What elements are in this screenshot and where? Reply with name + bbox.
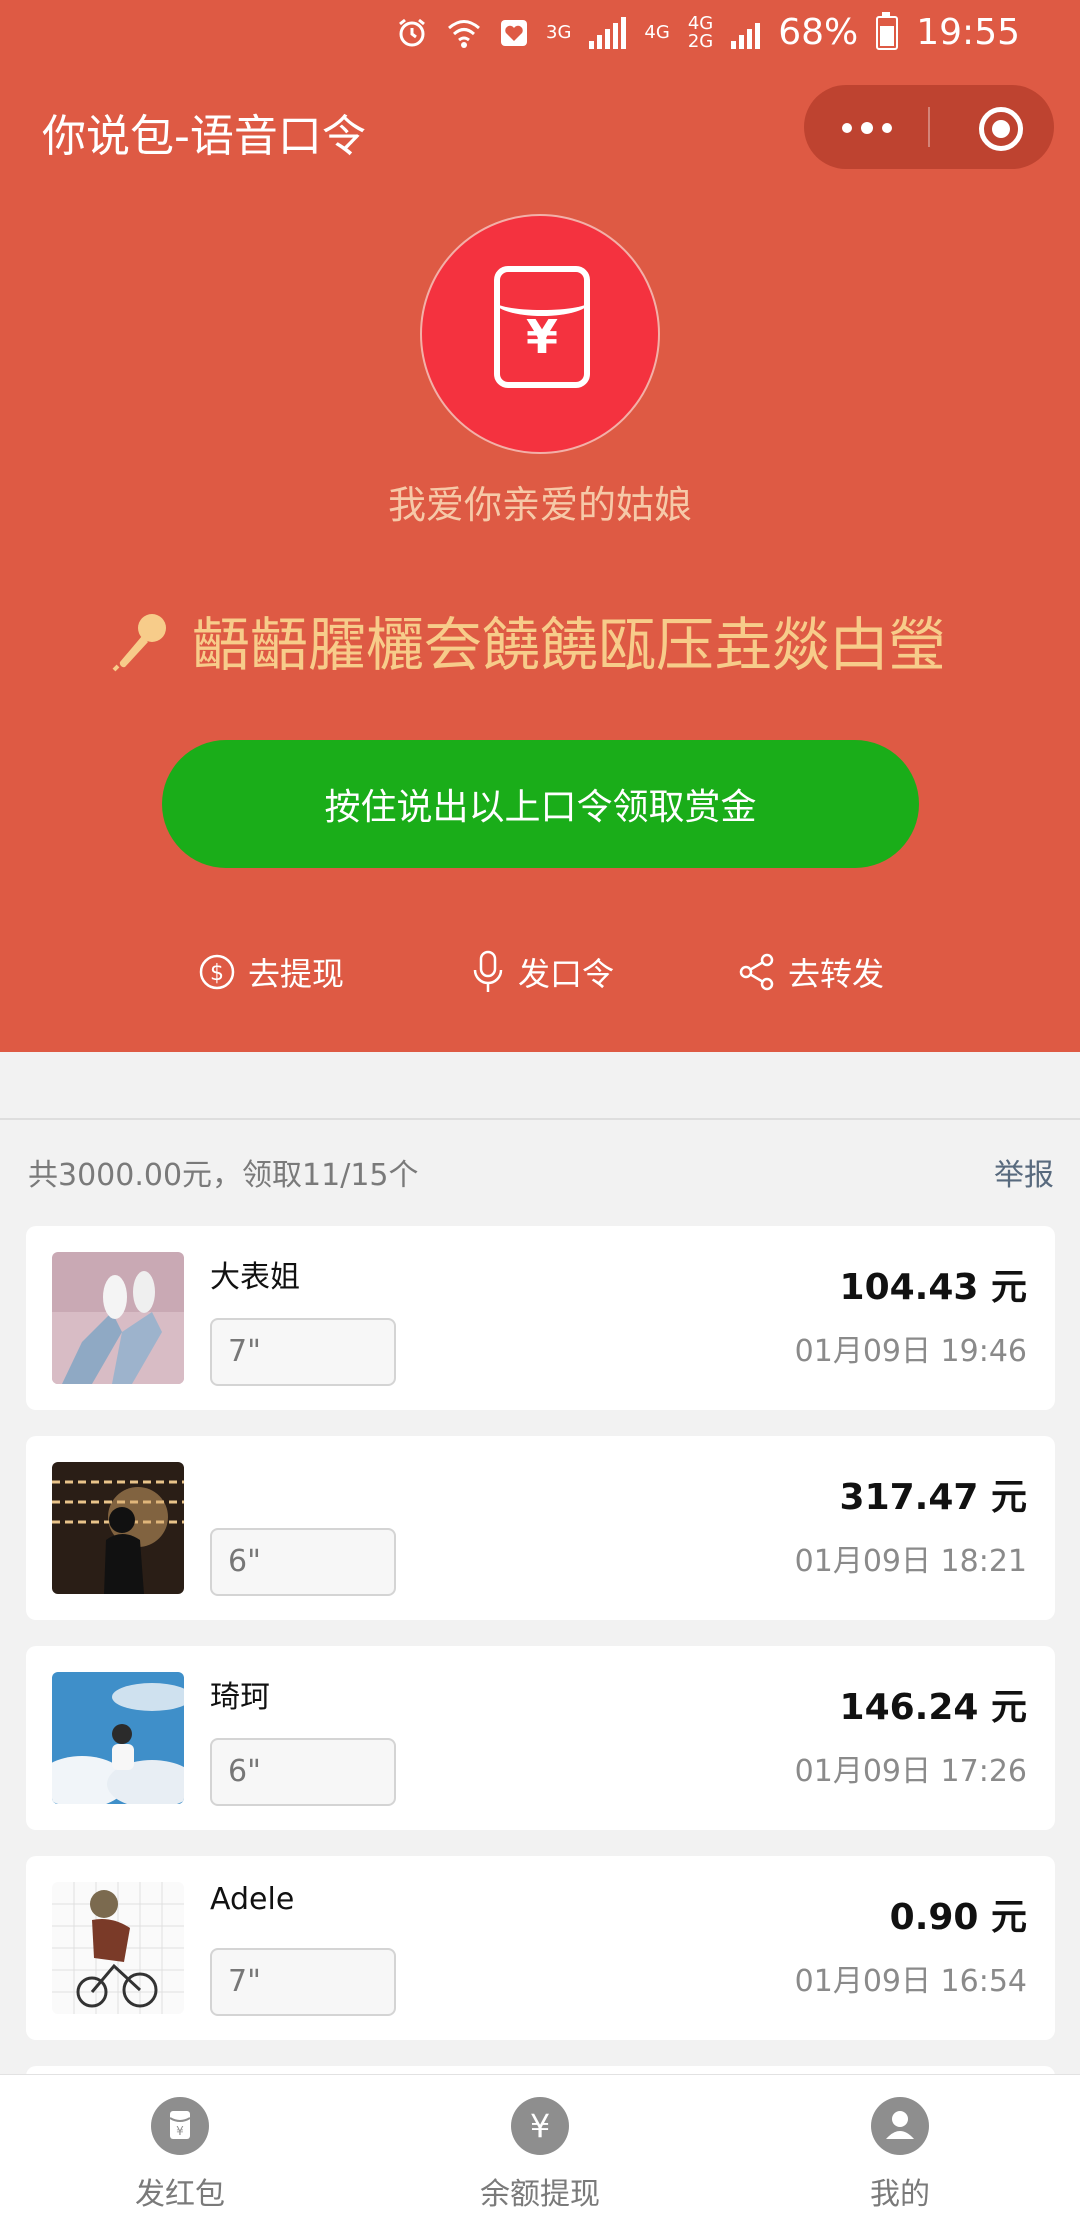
- tab-label: 发红包: [135, 2177, 225, 2212]
- list-item: 琦珂 6" 146.24 元 01月09日 17:26: [26, 1646, 1055, 1830]
- section-divider: [0, 1118, 1080, 1120]
- tab-label: 余额提现: [480, 2177, 600, 2212]
- battery-icon: [876, 11, 899, 50]
- signal-icon: [589, 16, 627, 49]
- battery-percent: 68%: [778, 12, 859, 53]
- share-action[interactable]: 去转发: [738, 944, 884, 1000]
- amount: 104.43 元: [839, 1267, 1027, 1308]
- list-item: Adele 7" 0.90 元 01月09日 16:54: [26, 1856, 1055, 2040]
- tab-balance-withdraw[interactable]: ¥ 余额提现: [360, 2075, 720, 2221]
- voice-message[interactable]: 7": [210, 1948, 396, 2016]
- close-button[interactable]: [944, 85, 1054, 169]
- tab-bar: ¥ 发红包 ¥ 余额提现 我的: [0, 2074, 1080, 2221]
- amount: 0.90 元: [889, 1897, 1027, 1938]
- share-label: 去转发: [788, 955, 885, 993]
- avatar: [52, 1672, 184, 1804]
- title-bar: 你说包-语音口令: [42, 85, 1080, 169]
- command-text: 齬齬臛欐夽饒饒瓯压垚燚甴瑩: [192, 611, 947, 679]
- microphone-icon: [112, 614, 166, 672]
- avatar: [52, 1462, 184, 1594]
- amount: 317.47 元: [839, 1477, 1027, 1518]
- user-name: 琦珂: [210, 1680, 270, 1715]
- status-bar: 3G 4G 4G 2G 68% 19:55: [0, 0, 1080, 64]
- user-name: 大表姐: [210, 1260, 300, 1295]
- avatar: [52, 1882, 184, 2014]
- voice-message[interactable]: 7": [210, 1318, 396, 1386]
- list-item: 大表姐 7" 104.43 元 01月09日 19:46: [26, 1226, 1055, 1410]
- timestamp: 01月09日 16:54: [794, 1964, 1027, 1999]
- wifi-icon: [448, 19, 480, 48]
- page-title: 你说包-语音口令: [42, 111, 366, 162]
- summary-text: 共3000.00元，领取11/15个: [28, 1158, 419, 1193]
- clock: 19:55: [916, 12, 1020, 53]
- timestamp: 01月09日 17:26: [794, 1754, 1027, 1789]
- hold-to-speak-button[interactable]: 按住说出以上口令领取赏金: [162, 740, 919, 868]
- red-envelope-tab-icon: ¥: [151, 2097, 209, 2155]
- signal-icon-2: [731, 17, 761, 49]
- share-icon: [739, 953, 774, 991]
- network-4g-label: 4G: [644, 21, 670, 43]
- header-area: 3G 4G 4G 2G 68% 19:55 你说包-语音口令 ¥ 我爱你亲爱的姑…: [0, 0, 1080, 1052]
- tab-label: 我的: [870, 2177, 930, 2212]
- voice-message[interactable]: 6": [210, 1528, 396, 1596]
- send-command-action[interactable]: 发口令: [470, 944, 614, 1000]
- network-4g2g-label: 4G 2G: [687, 12, 714, 52]
- alarm-icon: [399, 18, 425, 46]
- svg-text:¥: ¥: [176, 2124, 184, 2138]
- red-envelope-avatar: ¥: [420, 214, 660, 454]
- list-item: 6" 317.47 元 01月09日 18:21: [26, 1436, 1055, 1620]
- capsule-divider: [928, 107, 930, 147]
- user-name: Adele: [210, 1882, 295, 1917]
- withdraw-label: 去提现: [248, 955, 345, 993]
- heart-app-icon: [501, 19, 528, 46]
- action-row: $ 去提现 发口令 去转发: [0, 944, 1080, 1000]
- voice-command: 齬齬臛欐夽饒饒瓯压垚燚甴瑩: [110, 598, 1010, 682]
- amount: 146.24 元: [839, 1687, 1027, 1728]
- svg-text:$: $: [210, 961, 224, 986]
- withdraw-action[interactable]: $ 去提现: [198, 944, 344, 1000]
- claim-list: 大表姐 7" 104.43 元 01月09日 19:46 6" 317.47 元…: [26, 1226, 1055, 2132]
- more-button[interactable]: [804, 85, 928, 169]
- report-link[interactable]: 举报: [994, 1150, 1054, 1194]
- miniprogram-capsule: [804, 85, 1054, 169]
- avatar: [52, 1252, 184, 1384]
- tab-mine[interactable]: 我的: [720, 2075, 1080, 2221]
- network-3g-label: 3G: [546, 21, 572, 43]
- voice-message[interactable]: 6": [210, 1738, 396, 1806]
- red-envelope-icon: ¥: [494, 266, 590, 388]
- tab-send-red-envelope[interactable]: ¥ 发红包: [0, 2075, 360, 2221]
- user-icon: [871, 2097, 929, 2155]
- timestamp: 01月09日 19:46: [794, 1334, 1027, 1369]
- yen-icon: ¥: [511, 2097, 569, 2155]
- dollar-circle-icon: $: [199, 954, 235, 990]
- microphone-outline-icon: [473, 950, 503, 992]
- sender-message: 我爱你亲爱的姑娘: [387, 483, 692, 527]
- timestamp: 01月09日 18:21: [794, 1544, 1027, 1579]
- send-command-label: 发口令: [518, 955, 615, 993]
